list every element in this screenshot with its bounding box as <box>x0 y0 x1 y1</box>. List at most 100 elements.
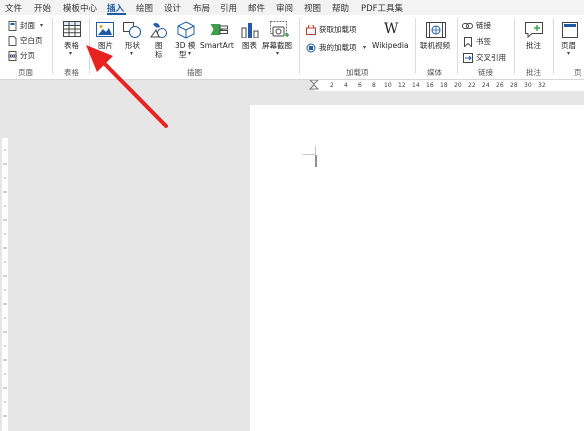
page-break-icon <box>8 51 17 61</box>
tab-view[interactable]: 视图 <box>304 2 321 14</box>
online-video-button[interactable]: 联机视频 <box>418 19 454 59</box>
chevron-down-icon: ▾ <box>69 50 73 57</box>
document-page[interactable] <box>250 105 584 431</box>
ruler-number: 32 <box>538 82 546 89</box>
tab-design[interactable]: 设计 <box>164 2 181 14</box>
screenshot-icon <box>270 21 289 37</box>
table-label: 表格 <box>64 41 79 50</box>
page-break-button[interactable]: 分页 <box>8 50 48 61</box>
tab-help[interactable]: 帮助 <box>332 2 349 14</box>
link-button[interactable]: 链接 <box>462 20 502 32</box>
menu-bar: 文件 开始 模板中心 插入 绘图 设计 布局 引用 邮件 审阅 视图 帮助 PD… <box>0 0 584 15</box>
3d-models-button[interactable]: 3D 模 型 ▾ <box>174 19 198 59</box>
table-group-label: 表格 <box>64 68 79 77</box>
screenshot-button[interactable]: 屏幕截图 ▾ <box>262 19 296 59</box>
vertical-ruler-ticks <box>3 149 7 417</box>
shapes-icon <box>123 22 141 38</box>
annotation-arrow-icon <box>86 45 168 128</box>
illustrations-group-label: 插图 <box>187 68 202 77</box>
3d-models-label-line2: 型 <box>179 50 187 59</box>
comment-icon <box>525 22 543 38</box>
ruler-number: 12 <box>398 82 406 89</box>
pages-group-label: 页面 <box>18 68 33 77</box>
ruler-number: 20 <box>454 82 462 89</box>
header-button[interactable]: 页眉 ▾ <box>558 19 584 59</box>
ruler-number: 2 <box>330 82 334 89</box>
ruler-number: 22 <box>468 82 476 89</box>
ruler-number: 30 <box>524 82 532 89</box>
tab-mailings[interactable]: 邮件 <box>248 2 265 14</box>
group-divider <box>514 18 515 74</box>
ruler-number: 24 <box>482 82 490 89</box>
ruler-number: 18 <box>440 82 448 89</box>
bookmark-label: 书签 <box>476 37 491 46</box>
ruler-number: 4 <box>344 82 348 89</box>
icons-icon <box>150 23 167 38</box>
cross-reference-button[interactable]: 交叉引用 <box>462 52 512 64</box>
blank-page-label: 空白页 <box>20 36 43 45</box>
blank-page-button[interactable]: 空白页 <box>8 35 48 46</box>
chevron-down-icon: ▾ <box>567 50 571 57</box>
group-divider <box>457 18 458 74</box>
ruler-number: 8 <box>372 82 376 89</box>
link-label: 链接 <box>476 21 491 30</box>
text-cursor-marker <box>302 146 317 167</box>
tab-home[interactable]: 开始 <box>34 2 51 14</box>
cover-page-icon <box>8 21 17 31</box>
group-divider <box>52 18 53 74</box>
tab-review[interactable]: 审阅 <box>276 2 293 14</box>
chart-icon <box>241 23 259 38</box>
comment-label: 批注 <box>526 41 541 50</box>
tab-file[interactable]: 文件 <box>5 2 22 14</box>
indent-marker-icon[interactable] <box>309 80 320 91</box>
chevron-down-icon: ▾ <box>188 50 192 57</box>
picture-icon <box>96 22 114 37</box>
group-divider <box>415 18 416 74</box>
smartart-icon <box>210 24 228 35</box>
header-label: 页眉 <box>561 41 576 50</box>
comments-group-label: 批注 <box>526 68 541 77</box>
store-icon <box>306 25 316 35</box>
chevron-down-icon: ▾ <box>276 50 280 57</box>
bookmark-icon <box>464 37 472 47</box>
3d-models-label-line1: 3D 模 <box>175 41 196 50</box>
header-group-label: 页 <box>574 68 582 77</box>
chart-label: 图表 <box>242 41 257 50</box>
group-divider <box>553 18 554 74</box>
header-icon <box>562 22 578 38</box>
link-icon <box>462 23 473 29</box>
addins-group-label: 加载项 <box>346 68 369 77</box>
links-group-label: 链接 <box>478 68 493 77</box>
blank-page-icon <box>8 36 17 46</box>
tab-template-center[interactable]: 模板中心 <box>63 2 97 14</box>
online-video-icon <box>426 22 446 38</box>
table-icon <box>63 21 81 37</box>
tab-pdf-tools[interactable]: PDF工具集 <box>361 2 403 14</box>
page-break-label: 分页 <box>20 51 35 60</box>
chevron-down-icon: ▾ <box>40 22 44 29</box>
wikipedia-label: Wikipedia <box>372 41 409 50</box>
wikipedia-button[interactable]: W Wikipedia <box>372 19 412 59</box>
my-addins-button[interactable]: 我的加载项 ▾ <box>305 42 371 54</box>
comment-button[interactable]: 批注 <box>520 19 548 59</box>
group-divider <box>299 18 300 74</box>
ruler-number: 26 <box>496 82 504 89</box>
cover-label: 封面 <box>20 21 35 30</box>
get-addins-label: 获取加载项 <box>319 25 357 34</box>
cross-reference-label: 交叉引用 <box>476 53 506 62</box>
ruler-number: 10 <box>384 82 392 89</box>
chevron-down-icon: ▾ <box>363 44 367 51</box>
my-addins-label: 我的加载项 <box>319 43 357 52</box>
tab-draw[interactable]: 绘图 <box>136 2 153 14</box>
smartart-button[interactable]: SmartArt <box>200 19 236 59</box>
cover-button[interactable]: 封面 ▾ <box>8 20 48 31</box>
get-addins-button[interactable]: 获取加载项 <box>305 24 365 36</box>
tab-references[interactable]: 引用 <box>220 2 237 14</box>
bookmark-button[interactable]: 书签 <box>462 36 502 48</box>
tab-layout[interactable]: 布局 <box>193 2 210 14</box>
cube-icon <box>177 21 195 39</box>
ruler-number: 28 <box>510 82 518 89</box>
media-group-label: 媒体 <box>427 68 442 77</box>
chart-button[interactable]: 图表 <box>239 19 261 59</box>
ruler-number: 6 <box>358 82 362 89</box>
